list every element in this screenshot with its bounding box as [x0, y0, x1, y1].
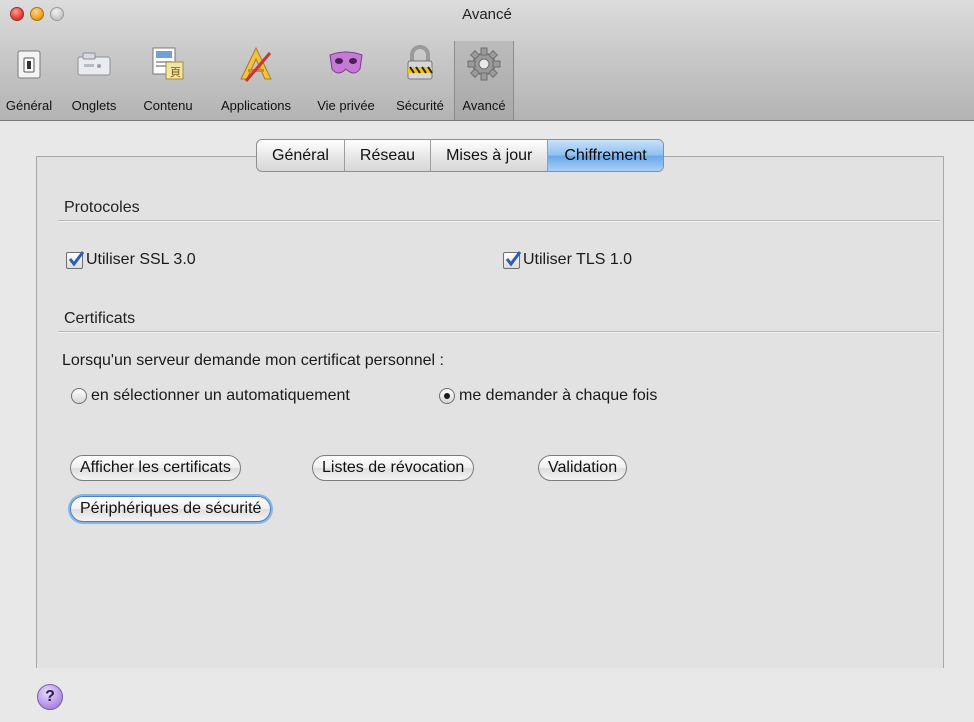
toolbar-item-label: Sécurité — [396, 98, 444, 113]
radio-ask-every-time-button[interactable] — [439, 388, 455, 404]
toolbar-item-applications[interactable]: Applications — [206, 41, 306, 120]
ssl-checkbox[interactable] — [66, 250, 85, 269]
applications-icon — [236, 44, 276, 84]
protocols-divider — [58, 220, 940, 222]
toolbar-item-label: Applications — [220, 98, 292, 113]
revocation-lists-button[interactable]: Listes de révocation — [312, 455, 475, 481]
ssl-label: Utiliser SSL 3.0 — [86, 251, 196, 268]
radio-auto-select[interactable]: en sélectionner un automatiquement — [71, 387, 350, 405]
certificates-divider — [58, 331, 940, 333]
toolbar-item-tabs[interactable]: Onglets — [58, 41, 130, 120]
tls-checkbox[interactable] — [503, 250, 522, 269]
validation-button[interactable]: Validation — [538, 455, 628, 481]
privacy-mask-icon — [326, 44, 366, 84]
checkmark-icon — [68, 250, 85, 266]
radio-ask-every-time-label: me demander à chaque fois — [459, 387, 658, 404]
general-switch-icon — [9, 44, 49, 84]
checkmark-icon — [505, 250, 522, 266]
svg-text:頁: 頁 — [170, 66, 181, 79]
certificates-section-title: Certificats — [64, 310, 136, 327]
radio-auto-select-button[interactable] — [71, 388, 87, 404]
certificate-request-prompt: Lorsqu'un serveur demande mon certificat… — [62, 352, 444, 369]
tls-label: Utiliser TLS 1.0 — [523, 251, 633, 268]
title-toolbar: Avancé Général Onglets 頁 Contenu Applica… — [0, 0, 974, 121]
tls-checkbox-row[interactable]: Utiliser TLS 1.0 — [503, 250, 633, 269]
tab-updates[interactable]: Mises à jour — [431, 140, 549, 171]
security-devices-button[interactable]: Périphériques de sécurité — [70, 496, 272, 522]
tab-content-panel — [36, 156, 944, 668]
ssl-checkbox-row[interactable]: Utiliser SSL 3.0 — [66, 250, 196, 269]
radio-ask-every-time[interactable]: me demander à chaque fois — [439, 387, 657, 405]
toolbar-item-general[interactable]: Général — [0, 41, 58, 120]
advanced-gear-icon — [464, 44, 504, 84]
tab-encryption[interactable]: Chiffrement — [548, 140, 663, 171]
toolbar-item-label: Contenu — [143, 98, 193, 113]
preferences-toolbar: Général Onglets 頁 Contenu Applications V… — [6, 41, 514, 121]
toolbar-item-label: Avancé — [462, 98, 506, 113]
toolbar-item-label: Onglets — [71, 98, 117, 113]
toolbar-item-security[interactable]: Sécurité — [386, 41, 454, 120]
toolbar-item-content[interactable]: 頁 Contenu — [130, 41, 206, 120]
content-icon: 頁 — [148, 44, 188, 84]
tab-network[interactable]: Réseau — [345, 140, 432, 171]
toolbar-item-advanced[interactable]: Avancé — [454, 41, 514, 120]
toolbar-item-label: Général — [5, 98, 53, 113]
toolbar-item-privacy[interactable]: Vie privée — [306, 41, 386, 120]
tab-general[interactable]: Général — [257, 140, 345, 171]
view-certificates-button[interactable]: Afficher les certificats — [70, 455, 241, 481]
tabs-icon — [74, 44, 114, 84]
help-button[interactable]: ? — [37, 684, 63, 710]
radio-auto-select-label: en sélectionner un automatiquement — [91, 387, 350, 404]
security-lock-icon — [400, 44, 440, 84]
protocols-section-title: Protocoles — [64, 199, 140, 216]
window-title: Avancé — [462, 6, 512, 23]
toolbar-item-label: Vie privée — [317, 98, 375, 113]
segmented-tabs: Général Réseau Mises à jour Chiffrement — [256, 139, 664, 172]
